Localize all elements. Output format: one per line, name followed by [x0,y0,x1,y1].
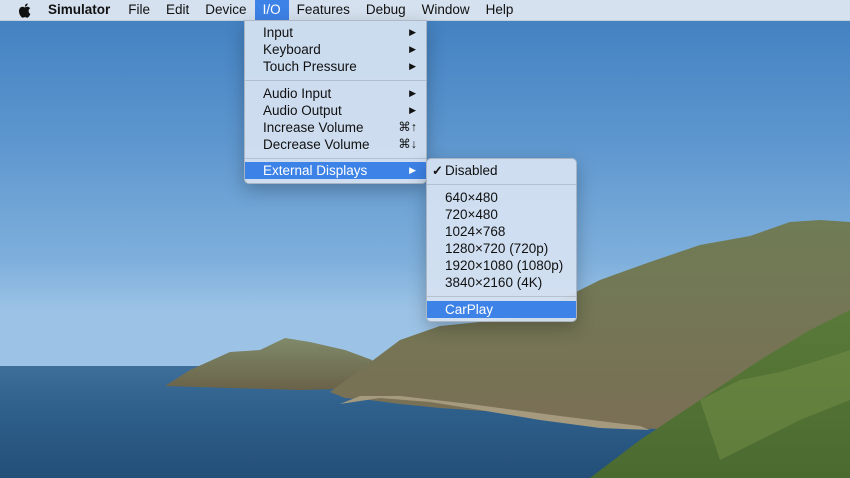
menu-item-label: 3840×2160 (4K) [445,275,543,290]
external-displays-submenu: ✓ Disabled 640×480 720×480 1024×768 1280… [426,158,577,322]
menu-item-label: Audio Output [263,103,342,118]
menu-separator [245,80,426,81]
menu-item-label: Disabled [445,163,498,178]
menu-separator [427,296,576,297]
menu-item-label: External Displays [263,163,368,178]
menu-item-decrease-volume[interactable]: Decrease Volume ⌘↓ [245,136,426,153]
submenu-arrow-icon: ▶ [409,88,416,98]
menu-item-resolution-1920x1080[interactable]: 1920×1080 (1080p) [427,257,576,274]
menu-device[interactable]: Device [197,0,254,20]
submenu-arrow-icon: ▶ [409,44,416,54]
menu-item-resolution-1280x720[interactable]: 1280×720 (720p) [427,240,576,257]
menu-item-label: Touch Pressure [263,59,357,74]
menu-item-label: CarPlay [445,302,494,317]
menu-item-input[interactable]: Input ▶ [245,24,426,41]
menu-item-label: Audio Input [263,86,332,101]
submenu-arrow-icon: ▶ [409,105,416,115]
menu-item-audio-input[interactable]: Audio Input ▶ [245,85,426,102]
menu-item-disabled[interactable]: ✓ Disabled [427,162,576,179]
submenu-arrow-icon: ▶ [409,61,416,71]
menu-item-touch-pressure[interactable]: Touch Pressure ▶ [245,58,426,75]
menu-io[interactable]: I/O [254,0,289,20]
menu-item-label: 1280×720 (720p) [445,241,549,256]
menu-help[interactable]: Help [478,0,522,20]
menu-item-resolution-1024x768[interactable]: 1024×768 [427,223,576,240]
menu-separator [427,184,576,185]
menu-features[interactable]: Features [289,0,358,20]
menu-item-increase-volume[interactable]: Increase Volume ⌘↑ [245,119,426,136]
submenu-arrow-icon: ▶ [409,27,416,37]
menu-item-external-displays[interactable]: External Displays ▶ [245,162,426,179]
menu-item-label: Decrease Volume [263,137,370,152]
menu-item-resolution-640x480[interactable]: 640×480 [427,189,576,206]
io-menu: Input ▶ Keyboard ▶ Touch Pressure ▶ Audi… [244,20,427,184]
menu-debug[interactable]: Debug [358,0,414,20]
keyboard-shortcut: ⌘↑ [398,120,417,134]
menu-bar: Simulator File Edit Device I/O Features … [0,0,850,21]
menu-item-resolution-3840x2160[interactable]: 3840×2160 (4K) [427,274,576,291]
apple-logo-icon[interactable] [18,2,31,18]
checkmark-icon: ✓ [432,163,443,178]
menu-window[interactable]: Window [414,0,478,20]
menu-separator [245,158,426,159]
menu-item-label: 720×480 [445,207,498,222]
menu-edit[interactable]: Edit [158,0,197,20]
menu-item-label: 640×480 [445,190,498,205]
menu-app-simulator[interactable]: Simulator [48,0,118,20]
menu-item-audio-output[interactable]: Audio Output ▶ [245,102,426,119]
menu-item-label: 1024×768 [445,224,506,239]
menu-item-label: Input [263,25,294,40]
menu-file[interactable]: File [120,0,158,20]
keyboard-shortcut: ⌘↓ [398,137,417,151]
menu-item-resolution-720x480[interactable]: 720×480 [427,206,576,223]
menu-item-label: 1920×1080 (1080p) [445,258,564,273]
menu-item-carplay[interactable]: CarPlay [427,301,576,318]
menu-item-label: Increase Volume [263,120,364,135]
menu-item-keyboard[interactable]: Keyboard ▶ [245,41,426,58]
submenu-arrow-icon: ▶ [409,165,416,175]
menu-item-label: Keyboard [263,42,321,57]
